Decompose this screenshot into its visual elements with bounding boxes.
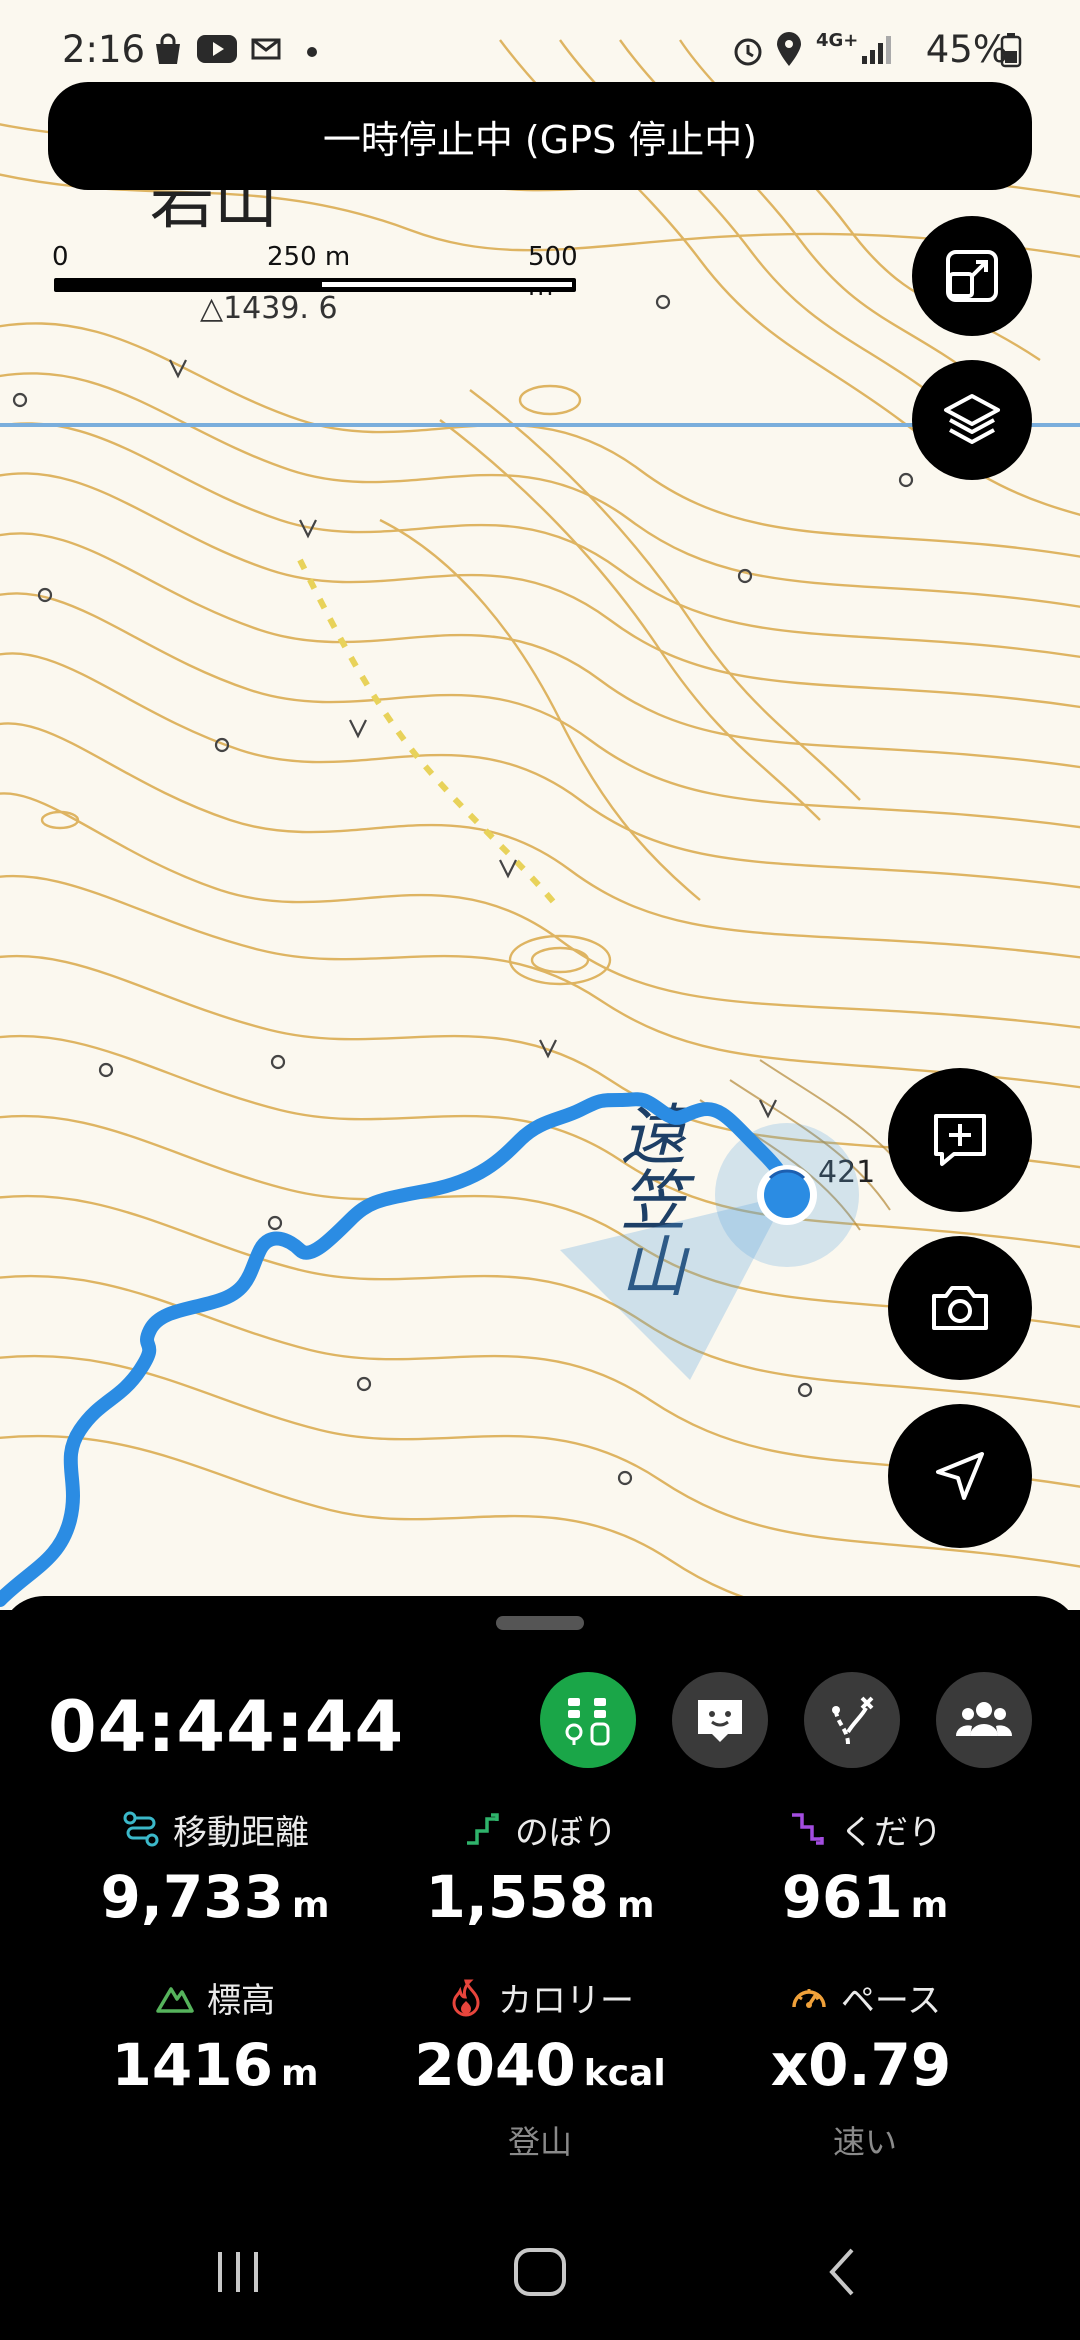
stat-pace: ペース x0.79 速い <box>700 1972 1030 2163</box>
stat-elevation-value: 1416 <box>111 2031 273 2099</box>
youtube-icon <box>197 35 237 63</box>
stat-ascent: のぼり 1,558 m <box>375 1804 705 1939</box>
elapsed-timer: 04:44:44 <box>48 1686 405 1768</box>
route-branch-button[interactable] <box>804 1672 900 1768</box>
scale-label-250: 250 m <box>267 242 351 272</box>
camera-icon <box>932 1286 988 1330</box>
banner-text: 一時停止中 (GPS 停止中) <box>322 117 758 162</box>
stat-calories-unit: kcal <box>583 2053 666 2094</box>
fit-screen-button[interactable] <box>912 216 1032 336</box>
scale-label-500: 500 m <box>528 242 578 302</box>
mail-icon <box>251 38 281 60</box>
fit-screen-icon <box>946 250 998 302</box>
stat-distance: 移動距離 9,733 m <box>50 1804 380 1939</box>
stat-pace-rating: 速い <box>832 2123 897 2161</box>
stat-elevation: 標高 1416 m <box>50 1972 380 2107</box>
stat-calories-value: 2040 <box>414 2031 576 2099</box>
flame-icon <box>452 1979 480 2017</box>
my-location-button[interactable] <box>888 1404 1032 1548</box>
group-button[interactable] <box>936 1672 1032 1768</box>
stat-elevation-label: 標高 <box>207 1980 275 2021</box>
route-branch-icon <box>832 1696 874 1745</box>
back-icon[interactable] <box>822 2244 862 2300</box>
map-view[interactable]: 岩山 △1439. 6 遠笠山 421 2:16 4G+ 45% 一時停止中 (… <box>0 0 1080 1610</box>
stat-descent-unit: m <box>910 1885 949 1926</box>
shopping-bag-icon <box>156 33 180 64</box>
stat-ascent-value: 1,558 <box>425 1863 609 1931</box>
add-memo-icon <box>934 1114 986 1166</box>
gps-paused-banner[interactable]: 一時停止中 (GPS 停止中) <box>48 82 1032 190</box>
stat-descent: くだり 961 m <box>700 1804 1030 1939</box>
battery-percentage: 45% <box>925 28 1008 71</box>
battery-icon <box>1000 33 1022 68</box>
scale-label-0: 0 <box>52 242 69 272</box>
stat-distance-label: 移動距離 <box>173 1812 309 1853</box>
stat-distance-unit: m <box>291 1885 330 1926</box>
chat-button[interactable] <box>672 1672 768 1768</box>
speedometer-icon <box>792 1989 826 2008</box>
stat-pace-label: ペース <box>840 1980 942 2021</box>
group-icon <box>955 1702 1013 1736</box>
status-bar: 2:16 4G+ 45% <box>0 0 1080 80</box>
panel-drag-handle[interactable] <box>496 1616 584 1630</box>
alarm-icon <box>734 38 762 66</box>
system-nav-bar <box>0 2200 1080 2340</box>
layers-icon <box>944 394 1000 444</box>
distance-icon <box>123 1811 159 1847</box>
hiking-mode-icon <box>565 1698 610 1746</box>
stat-descent-label: くだり <box>840 1812 942 1853</box>
recent-apps-icon[interactable] <box>210 2244 266 2300</box>
stat-ascent-label: のぼり <box>515 1812 617 1853</box>
status-time: 2:16 <box>62 28 146 71</box>
elevation-icon <box>156 1987 194 2013</box>
location-icon <box>777 32 801 66</box>
stat-descent-value: 961 <box>781 1863 903 1931</box>
stat-calories: カロリー 2040 kcal 登山 <box>375 1972 705 2163</box>
stat-ascent-unit: m <box>616 1885 655 1926</box>
stat-calories-label: カロリー <box>498 1980 634 2021</box>
signal-icon <box>862 36 891 64</box>
camera-button[interactable] <box>888 1236 1032 1380</box>
descent-icon <box>792 1813 824 1845</box>
add-memo-button[interactable] <box>888 1068 1032 1212</box>
stat-pace-value: x0.79 <box>770 2031 952 2099</box>
stat-elevation-unit: m <box>280 2053 319 2094</box>
chat-face-icon <box>698 1700 742 1742</box>
navigation-arrow-icon <box>936 1452 984 1500</box>
map-scale: 0 250 m 500 m <box>52 242 592 302</box>
hiking-mode-button[interactable] <box>540 1672 636 1768</box>
layers-button[interactable] <box>912 360 1032 480</box>
home-icon[interactable] <box>510 2244 570 2300</box>
network-type: 4G+ <box>816 30 859 51</box>
stat-distance-value: 9,733 <box>100 1863 284 1931</box>
stat-calories-activity: 登山 <box>507 2123 572 2161</box>
ascent-icon <box>467 1813 499 1845</box>
dot-icon <box>307 47 317 57</box>
